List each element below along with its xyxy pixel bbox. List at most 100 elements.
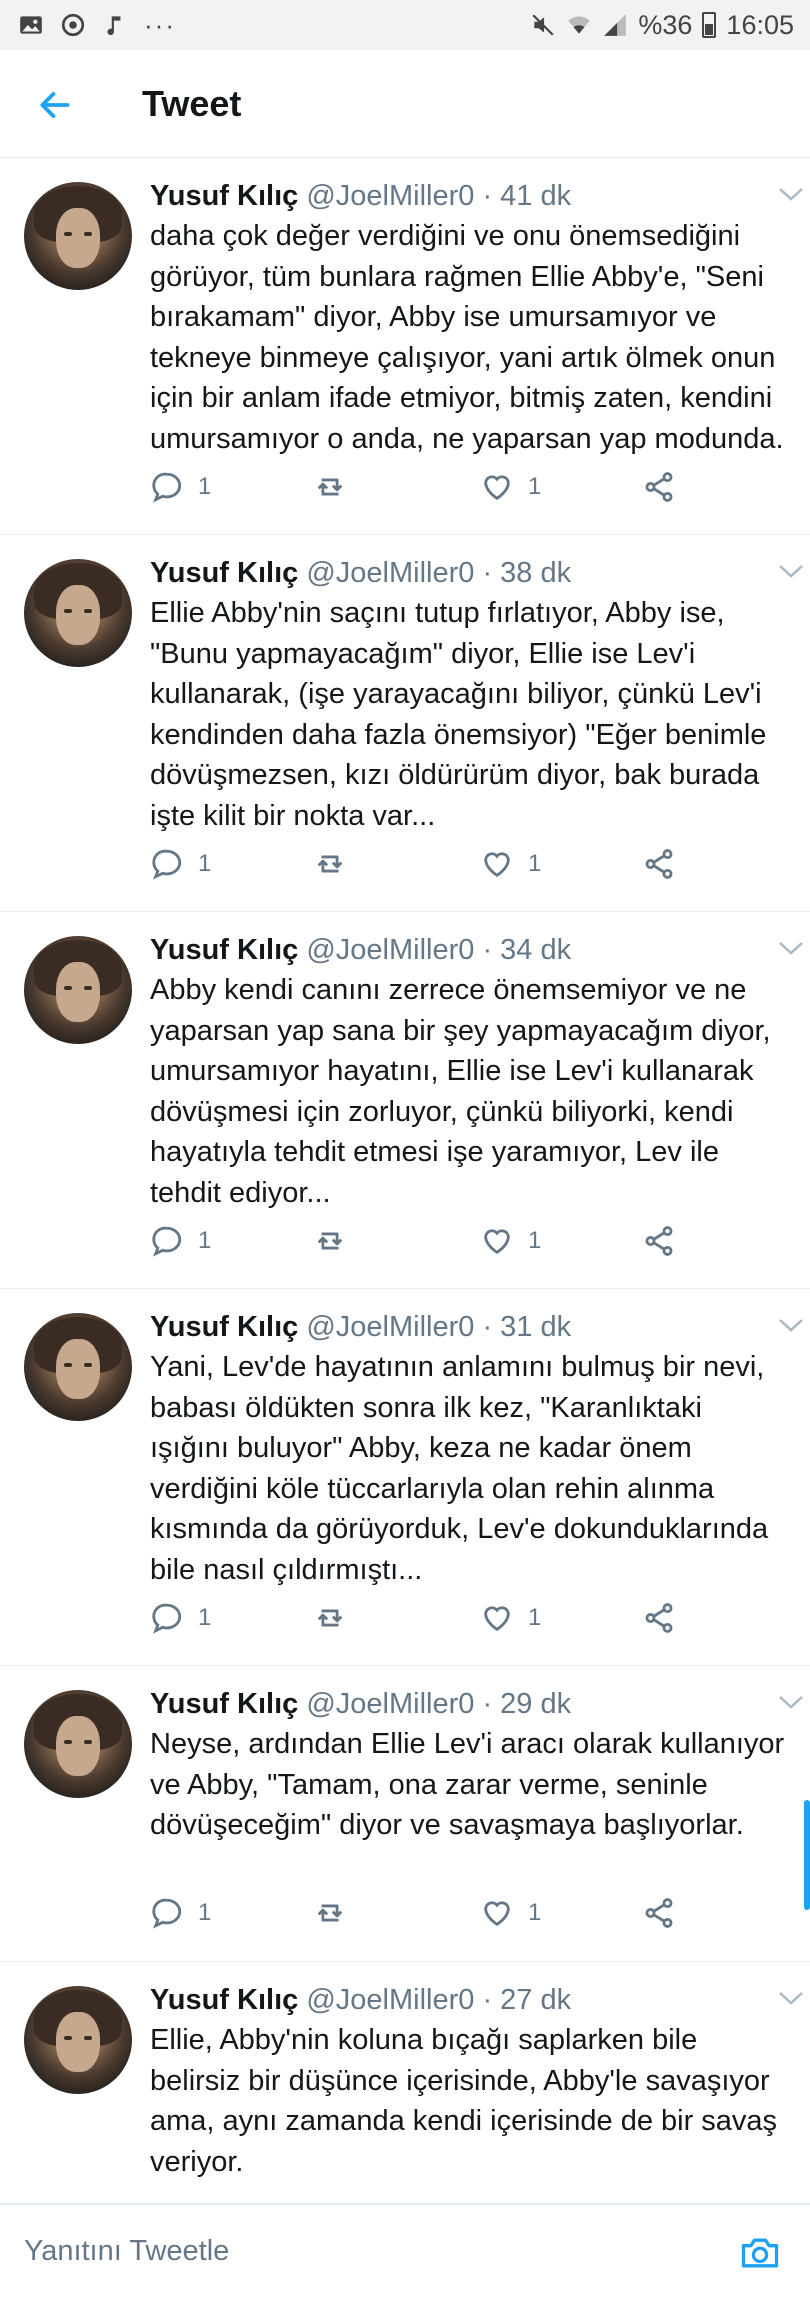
retweet-icon [317,1904,343,1922]
like-button[interactable]: 1 [480,1601,541,1635]
reply-button[interactable]: 1 [150,1224,211,1258]
more-dots-icon: ··· [144,9,176,40]
retweet-button[interactable] [313,1224,347,1258]
tweet-item[interactable]: Yusuf Kılıç @JoelMiller0 · 29 dk Neyse, … [0,1666,810,1962]
author-handle[interactable]: @JoelMiller0 [306,934,474,966]
author-handle[interactable]: @JoelMiller0 [306,1984,474,2016]
author-name[interactable]: Yusuf Kılıç [150,1688,298,1720]
scrollbar[interactable] [804,1800,810,1910]
tweet-body: Yusuf Kılıç @JoelMiller0 · 38 dk Ellie A… [150,555,786,836]
tweet-thread: Yusuf Kılıç @JoelMiller0 · 41 dk daha ço… [0,158,810,2322]
like-button[interactable]: 1 [480,847,541,881]
tweet-item[interactable]: Yusuf Kılıç @JoelMiller0 · 38 dk Ellie A… [0,535,810,912]
retweet-button[interactable] [313,1896,347,1930]
chevron-down-icon[interactable] [778,563,804,579]
battery-icon [702,12,717,38]
share-button[interactable] [642,470,676,504]
tweet-time: 29 dk [500,1688,572,1720]
tweet-body: Yusuf Kılıç @JoelMiller0 · 31 dk Yani, L… [150,1309,786,1590]
like-button[interactable]: 1 [480,1896,541,1930]
author-handle[interactable]: @JoelMiller0 [306,557,474,589]
reply-count: 1 [198,1227,212,1254]
status-left-icons: ··· [18,10,176,41]
tweet-time: 41 dk [500,180,572,212]
avatar[interactable] [24,1986,132,2094]
tweet-item[interactable]: Yusuf Kılıç @JoelMiller0 · 41 dk daha ço… [0,158,810,535]
chevron-down-icon[interactable] [778,186,804,202]
tweet-meta: Yusuf Kılıç @JoelMiller0 · 41 dk [150,178,786,214]
music-icon [107,16,121,36]
author-handle[interactable]: @JoelMiller0 [306,180,474,212]
author-name[interactable]: Yusuf Kılıç [150,1311,298,1343]
reply-icon [152,1603,182,1634]
share-icon [645,849,673,879]
tweet-item[interactable]: Yusuf Kılıç @JoelMiller0 · 34 dk Abby ke… [0,912,810,1289]
tweet-time: 34 dk [500,934,572,966]
retweet-icon [317,1232,343,1250]
like-count: 1 [528,1227,542,1254]
author-name[interactable]: Yusuf Kılıç [150,1984,298,2016]
tweet-text: daha çok değer verdiğini ve onu önemsedi… [150,220,784,455]
share-icon [645,1603,673,1633]
heart-icon [484,1229,510,1255]
tweet-body: Yusuf Kılıç @JoelMiller0 · 29 dk Neyse, … [150,1686,786,1846]
author-handle[interactable]: @JoelMiller0 [306,1311,474,1343]
avatar[interactable] [24,1313,132,1421]
reply-input[interactable]: Yanıtını Tweetle [24,2235,229,2268]
status-time: 16:05 [726,9,794,40]
tweet-time: 31 dk [500,1311,572,1343]
reply-icon [152,1226,182,1257]
tweet-item[interactable]: Yusuf Kılıç @JoelMiller0 · 31 dk Yani, L… [0,1289,810,1666]
chevron-down-icon[interactable] [778,940,804,956]
heart-icon [484,1901,510,1927]
like-count: 1 [528,850,542,877]
share-button[interactable] [642,847,676,881]
tweet-body: Yusuf Kılıç @JoelMiller0 · 41 dk daha ço… [150,178,786,459]
tweet-text: Neyse, ardından Ellie Lev'i aracı olarak… [150,1728,785,1841]
retweet-button[interactable] [313,470,347,504]
share-button[interactable] [642,1601,676,1635]
reply-count: 1 [198,850,212,877]
retweet-button[interactable] [313,1601,347,1635]
chevron-down-icon[interactable] [778,1694,804,1710]
author-handle[interactable]: @JoelMiller0 [306,1688,474,1720]
author-name[interactable]: Yusuf Kılıç [150,934,298,966]
author-name[interactable]: Yusuf Kılıç [150,557,298,589]
meta-separator: · [482,557,493,589]
like-button[interactable]: 1 [480,1224,541,1258]
retweet-button[interactable] [313,847,347,881]
reply-button[interactable]: 1 [150,1601,211,1635]
meta-separator: · [482,1688,493,1720]
tweet-body: Yusuf Kılıç @JoelMiller0 · 27 dk Ellie, … [150,1982,786,2182]
tweet-meta: Yusuf Kılıç @JoelMiller0 · 27 dk [150,1982,786,2018]
reply-count: 1 [198,473,212,500]
like-count: 1 [528,1899,542,1926]
tweet-time: 38 dk [500,557,572,589]
reply-button[interactable]: 1 [150,1896,211,1930]
tweet-text: Yani, Lev'de hayatının anlamını bulmuş b… [150,1351,769,1586]
avatar[interactable] [24,559,132,667]
reply-button[interactable]: 1 [150,847,211,881]
sync-icon [61,13,85,37]
chevron-down-icon[interactable] [778,1317,804,1333]
meta-separator: · [482,1311,493,1343]
reply-button[interactable]: 1 [150,470,211,504]
retweet-icon [317,1609,343,1627]
avatar[interactable] [24,182,132,290]
chevron-down-icon[interactable] [778,1990,804,2006]
meta-separator: · [482,934,493,966]
back-button[interactable] [30,80,80,130]
avatar[interactable] [24,1690,132,1798]
image-icon [20,16,42,34]
camera-icon[interactable] [738,2231,782,2275]
tweet-meta: Yusuf Kılıç @JoelMiller0 · 34 dk [150,932,786,968]
tweet-text: Ellie, Abby'nin koluna bıçağı saplarken … [150,2024,778,2178]
tweet-time: 27 dk [500,1984,572,2016]
avatar[interactable] [24,936,132,1044]
like-button[interactable]: 1 [480,470,541,504]
share-button[interactable] [642,1896,676,1930]
signal-icon [604,14,627,36]
share-icon [645,472,673,502]
share-button[interactable] [642,1224,676,1258]
author-name[interactable]: Yusuf Kılıç [150,180,298,212]
